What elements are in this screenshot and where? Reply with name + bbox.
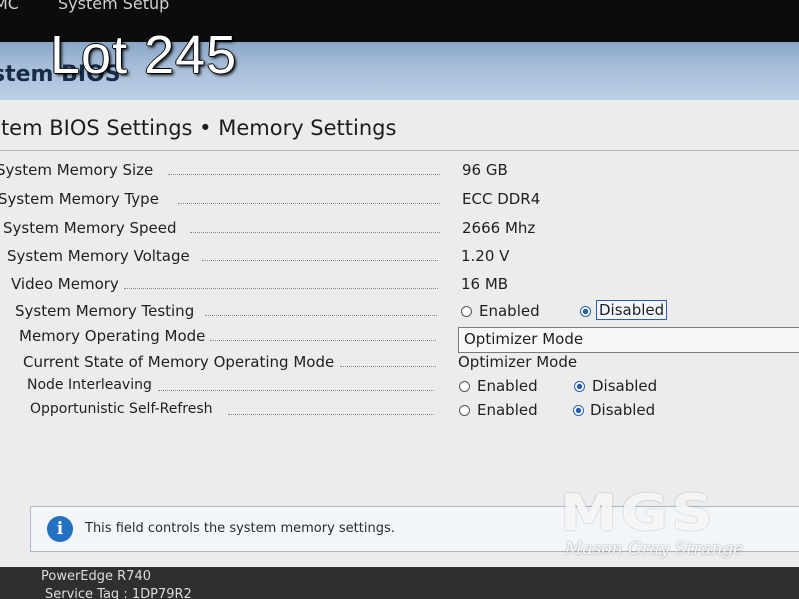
operating-mode-selected: Optimizer Mode	[464, 330, 584, 348]
self-refresh-disabled-label[interactable]: Disabled	[590, 401, 655, 419]
leader-dots	[228, 414, 434, 415]
operating-mode-dropdown[interactable]: Optimizer Mode	[458, 327, 799, 353]
top-bar-left-text: MC	[0, 0, 19, 13]
memory-voltage-label: System Memory Voltage	[7, 247, 192, 265]
title-divider	[0, 150, 799, 151]
self-refresh-row: Opportunistic Self-Refresh Enabled Disab…	[0, 401, 799, 425]
video-memory-value: 16 MB	[461, 275, 509, 293]
memory-testing-disabled-label[interactable]: Disabled	[596, 300, 668, 320]
server-model: PowerEdge R740	[41, 569, 151, 584]
node-interleaving-enabled-radio[interactable]	[459, 381, 470, 392]
info-icon: i	[47, 516, 73, 542]
self-refresh-label: Opportunistic Self-Refresh	[30, 401, 215, 417]
node-interleaving-disabled-radio[interactable]	[574, 381, 585, 392]
memory-size-row: System Memory Size 96 GB	[0, 161, 799, 185]
page-title: stem BIOS Settings • Memory Settings	[0, 116, 397, 140]
leader-dots	[168, 174, 440, 175]
video-memory-label: Video Memory	[11, 275, 121, 293]
lot-number-overlay: Lot 245	[50, 25, 238, 85]
service-tag: Service Tag : 1DP79R2	[45, 587, 192, 599]
node-interleaving-disabled-label[interactable]: Disabled	[592, 377, 657, 395]
leader-dots	[190, 232, 440, 233]
memory-type-label: System Memory Type	[0, 190, 161, 208]
self-refresh-enabled-radio[interactable]	[459, 405, 470, 416]
memory-testing-disabled-radio[interactable]	[580, 306, 591, 317]
leader-dots	[340, 366, 436, 367]
memory-testing-row: System Memory Testing Enabled Disabled	[0, 300, 799, 326]
memory-speed-row: System Memory Speed 2666 Mhz	[0, 219, 799, 243]
memory-speed-label: System Memory Speed	[3, 219, 179, 237]
leader-dots	[158, 390, 434, 391]
footer-bar: PowerEdge R740 Service Tag : 1DP79R2	[0, 567, 799, 599]
memory-voltage-value: 1.20 V	[461, 247, 510, 265]
memory-size-value: 96 GB	[462, 161, 508, 179]
leader-dots	[124, 288, 438, 289]
self-refresh-disabled-radio[interactable]	[573, 405, 584, 416]
mgs-watermark-text: Mason Gray Strange	[565, 539, 744, 559]
self-refresh-enabled-label[interactable]: Enabled	[477, 401, 538, 419]
leader-dots	[202, 260, 438, 261]
video-memory-row: Video Memory 16 MB	[0, 275, 799, 299]
node-interleaving-row: Node Interleaving Enabled Disabled	[0, 377, 799, 401]
memory-voltage-row: System Memory Voltage 1.20 V	[0, 247, 799, 271]
system-setup-label: System Setup	[58, 0, 170, 13]
leader-dots	[210, 340, 436, 341]
help-text: This field controls the system memory se…	[85, 521, 395, 536]
memory-testing-enabled-radio[interactable]	[461, 306, 472, 317]
operating-mode-label: Memory Operating Mode	[19, 327, 208, 345]
leader-dots	[178, 203, 440, 204]
node-interleaving-enabled-label[interactable]: Enabled	[477, 377, 538, 395]
memory-speed-value: 2666 Mhz	[462, 219, 536, 237]
memory-testing-enabled-label[interactable]: Enabled	[479, 302, 540, 320]
node-interleaving-label: Node Interleaving	[27, 377, 154, 393]
memory-type-value: ECC DDR4	[462, 190, 541, 208]
memory-type-row: System Memory Type ECC DDR4	[0, 190, 799, 214]
memory-testing-label: System Memory Testing	[15, 302, 197, 320]
mgs-watermark-logo: MGS	[560, 484, 717, 542]
memory-size-label: System Memory Size	[0, 161, 156, 179]
current-mode-row: Current State of Memory Operating Mode O…	[0, 353, 799, 377]
leader-dots	[205, 315, 437, 316]
current-mode-value: Optimizer Mode	[458, 353, 578, 371]
current-mode-label: Current State of Memory Operating Mode	[23, 353, 337, 371]
